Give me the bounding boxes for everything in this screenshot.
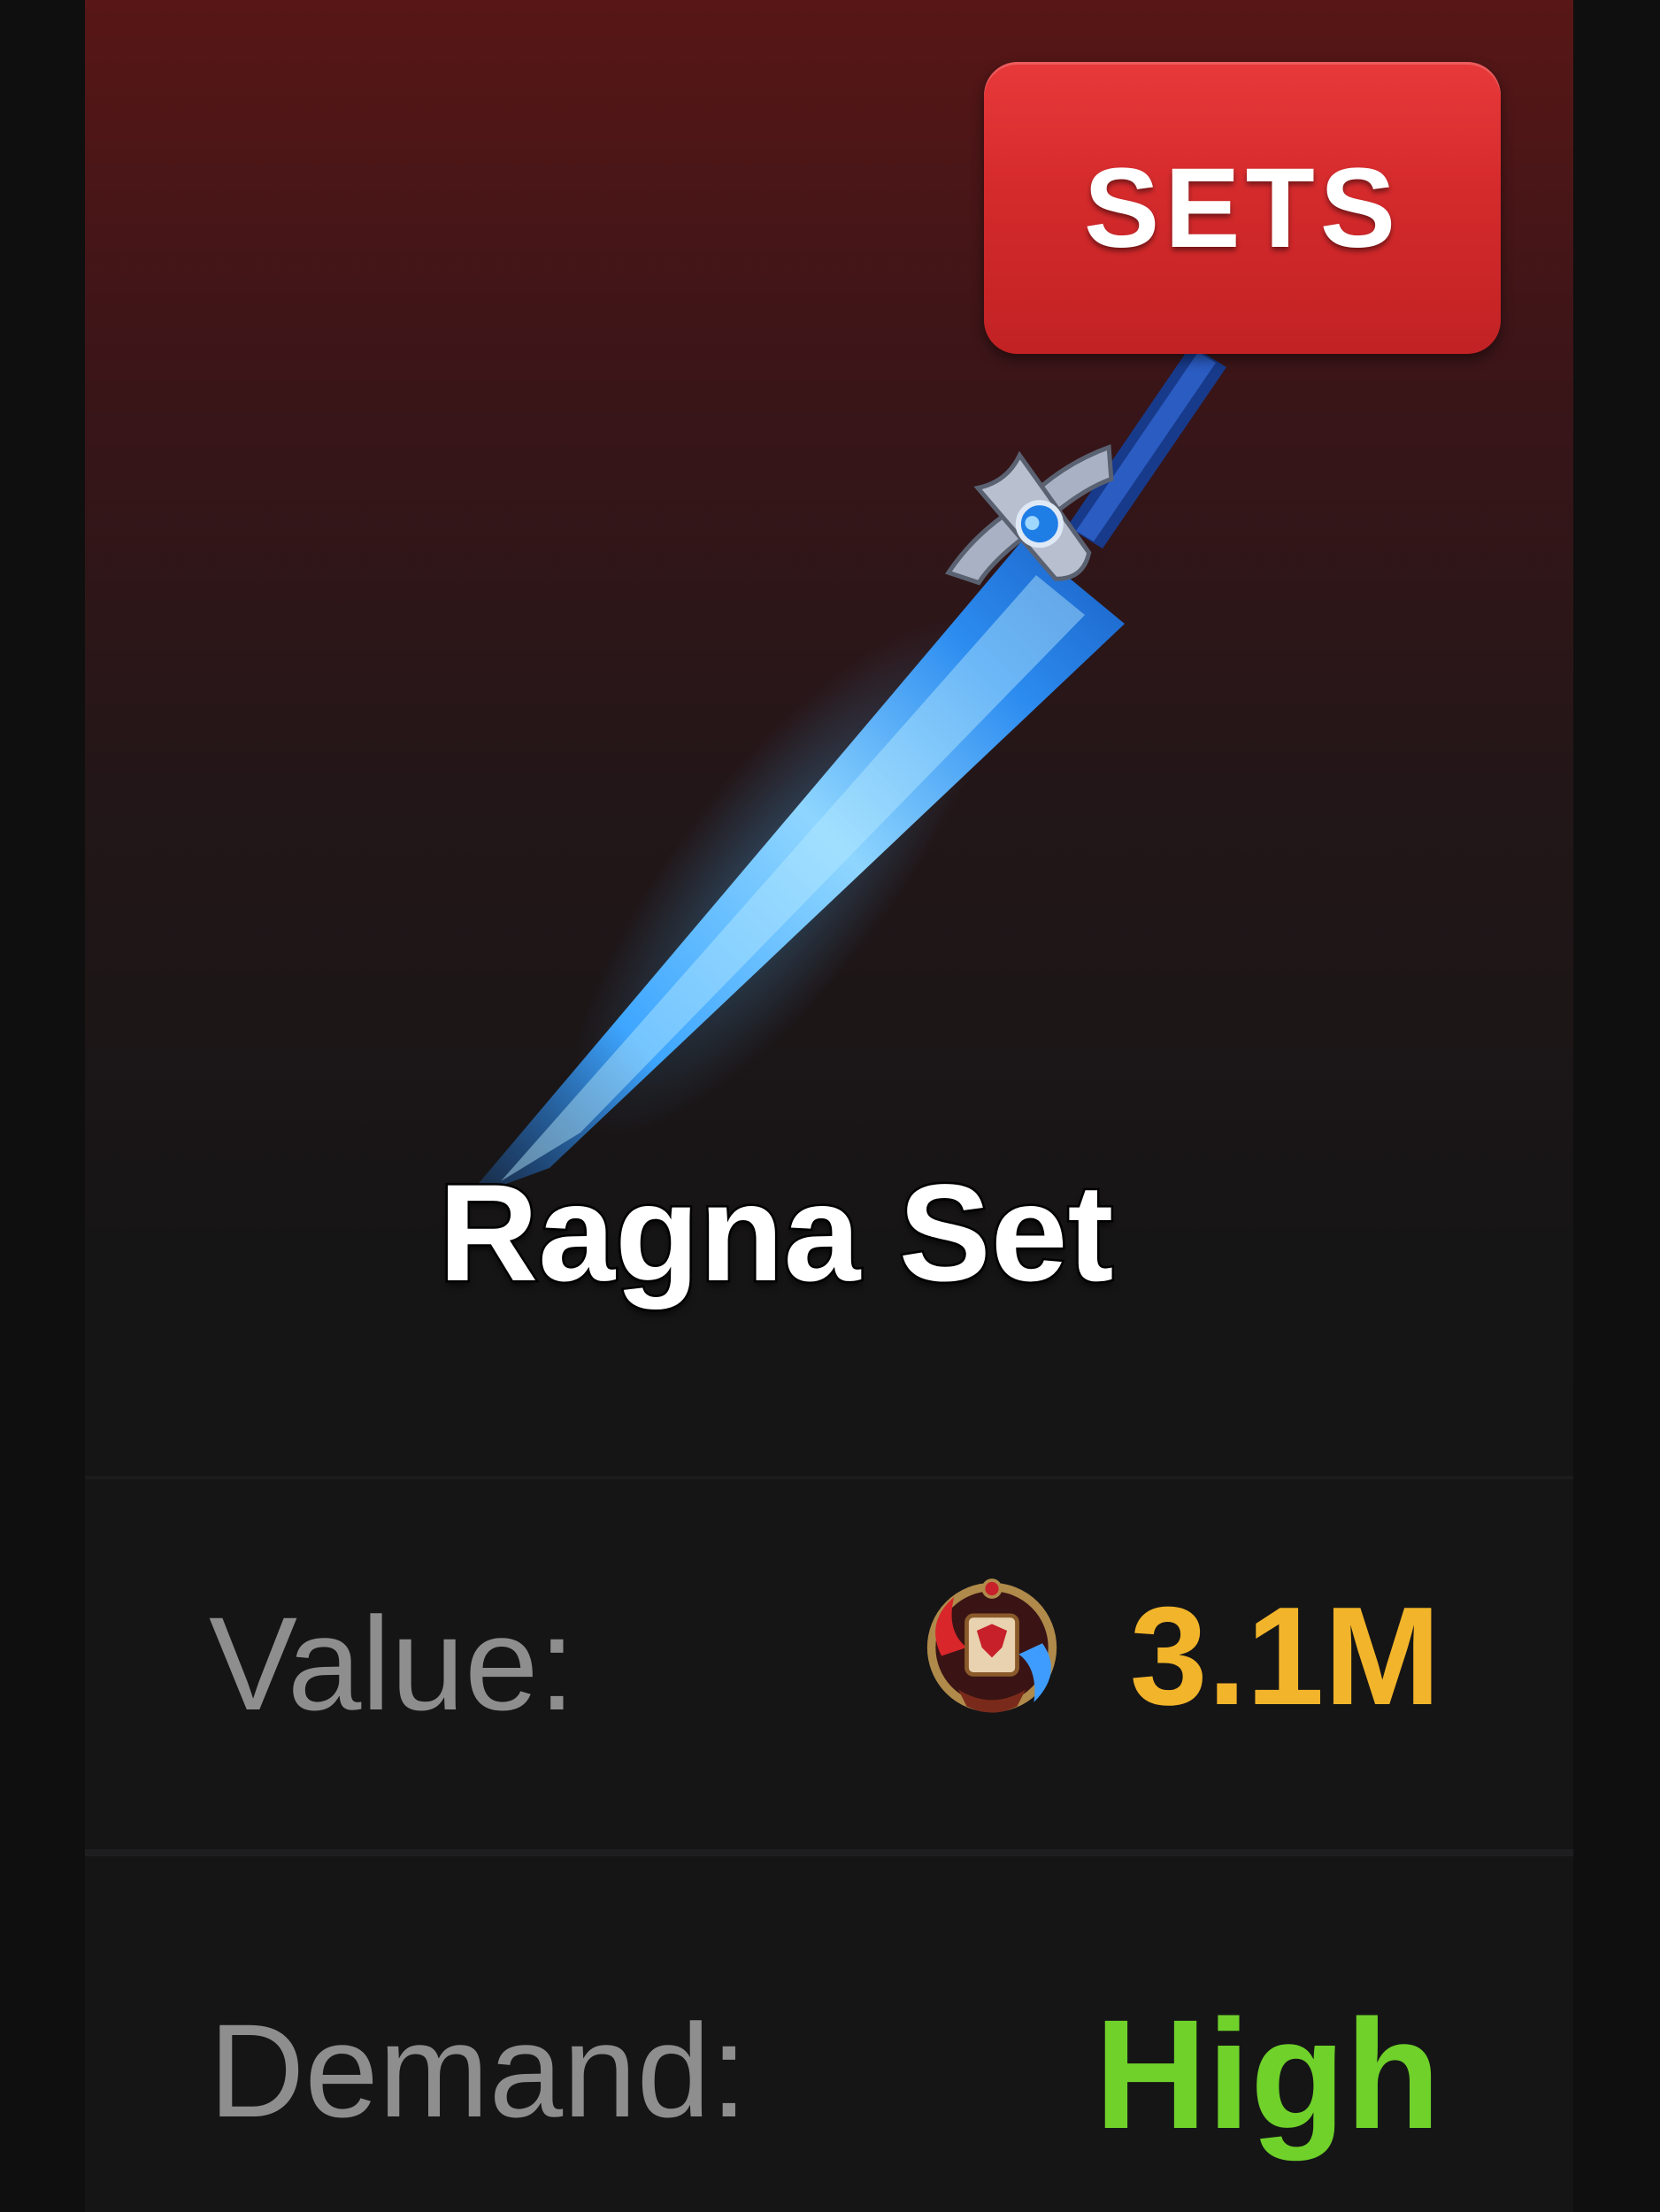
item-hero: SETS Ragna Set — [85, 0, 1573, 1478]
item-card: SETS Ragna Set Value: 3.1M Demand: High — [85, 0, 1573, 2212]
demand-label: Demand: — [209, 1996, 748, 2145]
demand-value: High — [1094, 1988, 1441, 2162]
emblem-icon — [926, 1578, 1057, 1713]
value-amount: 3.1M — [1129, 1578, 1441, 1734]
value-label: Value: — [209, 1589, 576, 1738]
demand-row: Demand: High — [85, 1858, 1573, 2212]
sets-badge-button[interactable]: SETS — [984, 62, 1501, 354]
item-name: Ragna Set — [436, 1155, 1116, 1313]
value-row: Value: 3.1M — [85, 1479, 1573, 1851]
divider — [85, 1849, 1573, 1856]
